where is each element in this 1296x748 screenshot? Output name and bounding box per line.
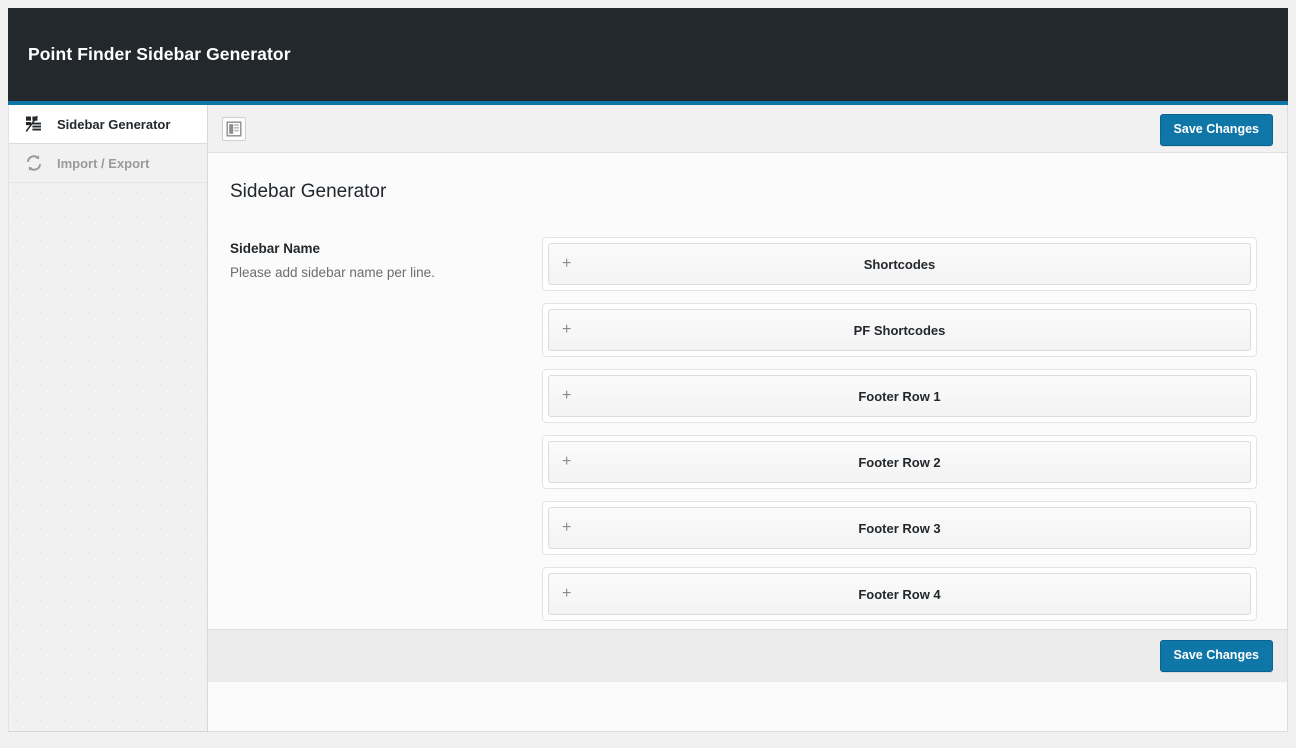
toolbar: Save Changes (208, 105, 1287, 153)
list-item-label: Footer Row 3 (549, 521, 1250, 536)
list-item[interactable]: + Shortcodes (542, 237, 1257, 291)
list-item-label: Footer Row 2 (549, 455, 1250, 470)
list-item[interactable]: + Footer Row 2 (542, 435, 1257, 489)
content-column: Save Changes Sidebar Generator Sidebar N… (208, 105, 1288, 732)
sidebar-item-label: Sidebar Generator (57, 117, 170, 132)
drag-handle-plus-icon[interactable]: + (562, 520, 571, 536)
app-header: Point Finder Sidebar Generator (8, 8, 1288, 101)
sync-arrows-icon (23, 152, 45, 174)
save-changes-button-top[interactable]: Save Changes (1160, 114, 1273, 146)
sortable-field-list: + Shortcodes + PF Shortcodes (542, 237, 1257, 665)
field-help-text: Please add sidebar name per line. (230, 264, 542, 283)
list-item-label: Footer Row 1 (549, 389, 1250, 404)
sidebar-layout-icon (226, 121, 242, 137)
sidebar-item-sidebar-generator[interactable]: Sidebar Generator (9, 105, 207, 144)
sidebar-texture (9, 185, 207, 731)
drag-handle-plus-icon[interactable]: + (562, 322, 571, 338)
drag-handle-plus-icon[interactable]: + (562, 256, 571, 272)
page-body: Sidebar Generator Import / Export (8, 105, 1288, 732)
list-item-label: Shortcodes (549, 257, 1250, 272)
admin-page: Point Finder Sidebar Generator (0, 0, 1296, 748)
sidebar-layout-icon-button[interactable] (222, 117, 246, 141)
list-item-label: PF Shortcodes (549, 323, 1250, 338)
list-item-label: Footer Row 4 (549, 587, 1250, 602)
field-description: Sidebar Name Please add sidebar name per… (230, 237, 542, 283)
panel-title: Sidebar Generator (230, 181, 1257, 203)
sidebar-nav: Sidebar Generator Import / Export (8, 105, 208, 732)
sortable-row-inner[interactable]: + Shortcodes (548, 243, 1251, 285)
list-item[interactable]: + Footer Row 1 (542, 369, 1257, 423)
page-title: Point Finder Sidebar Generator (8, 44, 291, 65)
sortable-row-inner[interactable]: + Footer Row 4 (548, 573, 1251, 615)
sidebar-item-label: Import / Export (57, 156, 149, 171)
sortable-row-inner[interactable]: + Footer Row 3 (548, 507, 1251, 549)
list-item[interactable]: + PF Shortcodes (542, 303, 1257, 357)
sortable-row-inner[interactable]: + PF Shortcodes (548, 309, 1251, 351)
drag-handle-plus-icon[interactable]: + (562, 388, 571, 404)
panel-footer: Save Changes (208, 629, 1287, 682)
sortable-row-inner[interactable]: + Footer Row 2 (548, 441, 1251, 483)
save-changes-button-bottom[interactable]: Save Changes (1160, 640, 1273, 672)
list-item[interactable]: + Footer Row 3 (542, 501, 1257, 555)
drag-handle-plus-icon[interactable]: + (562, 454, 571, 470)
layout-grid-slash-icon (23, 113, 45, 135)
list-item[interactable]: + Footer Row 4 (542, 567, 1257, 621)
sidebar-item-import-export[interactable]: Import / Export (9, 144, 207, 183)
field-label: Sidebar Name (230, 241, 542, 256)
drag-handle-plus-icon[interactable]: + (562, 586, 571, 602)
sortable-row-inner[interactable]: + Footer Row 1 (548, 375, 1251, 417)
settings-panel: Sidebar Generator Sidebar Name Please ad… (208, 153, 1287, 682)
field-grid: Sidebar Name Please add sidebar name per… (230, 237, 1257, 665)
